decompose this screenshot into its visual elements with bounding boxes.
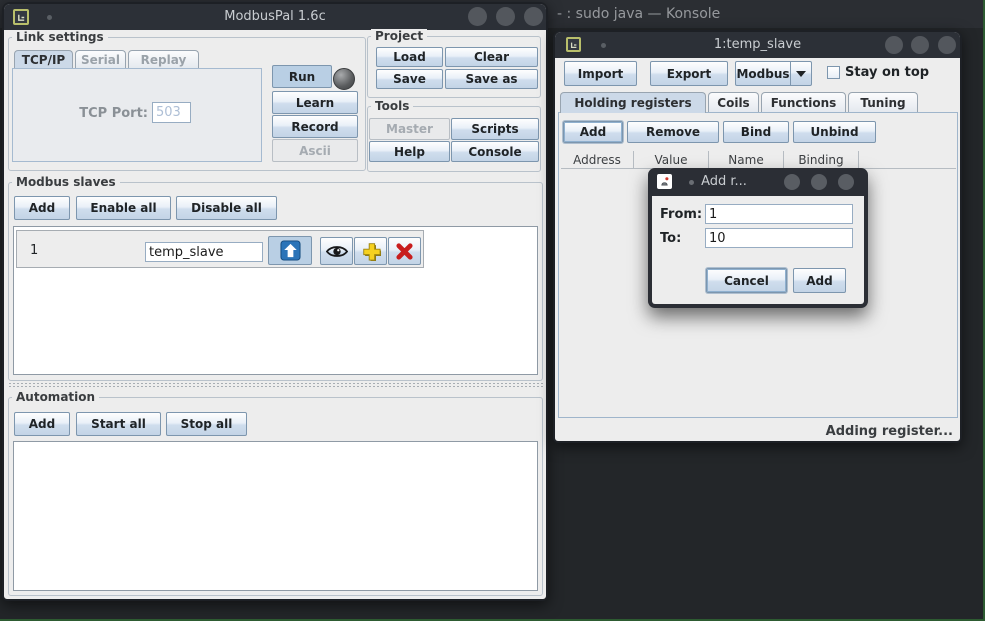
start-all-button[interactable]: Start all [76, 412, 161, 436]
stay-on-top-checkbox[interactable] [827, 66, 840, 79]
disable-all-button[interactable]: Disable all [176, 196, 277, 220]
console-button[interactable]: Console [451, 141, 539, 162]
tab-serial[interactable]: Serial [75, 50, 126, 69]
register-table-header: Address Value Name Binding [561, 151, 956, 169]
protocol-combobox-value: Modbus [736, 67, 790, 81]
save-button[interactable]: Save [376, 69, 443, 89]
from-label: From: [660, 207, 702, 222]
tab-tuning[interactable]: Tuning [848, 92, 918, 113]
maximize-button[interactable] [496, 7, 515, 26]
load-button[interactable]: Load [376, 47, 443, 67]
slave-name-field[interactable] [145, 242, 263, 262]
slave-window-titlebar[interactable]: 1:temp_slave [555, 32, 960, 58]
maximize-button[interactable] [911, 36, 929, 54]
to-label: To: [660, 231, 681, 246]
plus-icon [361, 241, 381, 261]
import-button[interactable]: Import [564, 61, 637, 86]
tcp-port-label: TCP Port: [60, 106, 148, 121]
slave-enable-toggle-button[interactable] [268, 236, 312, 265]
status-text: Adding register... [700, 424, 953, 439]
run-button[interactable]: Run [272, 65, 332, 88]
column-header-address[interactable]: Address [561, 151, 634, 168]
clear-button[interactable]: Clear [445, 47, 538, 67]
from-field[interactable] [705, 204, 853, 224]
minimize-button[interactable] [468, 7, 487, 26]
modbuspal-window-title: ModbusPal 1.6c [4, 9, 546, 24]
enable-all-button[interactable]: Enable all [76, 196, 171, 220]
to-field[interactable] [705, 228, 853, 248]
protocol-combobox[interactable]: Modbus [735, 61, 812, 86]
tab-holding-registers[interactable]: Holding registers [560, 92, 706, 113]
slave-add-register-button[interactable] [354, 237, 387, 265]
minimize-button[interactable] [784, 174, 800, 190]
register-unbind-button[interactable]: Unbind [793, 121, 876, 143]
slave-delete-button[interactable] [388, 237, 421, 265]
export-button[interactable]: Export [650, 61, 728, 86]
save-as-button[interactable]: Save as [445, 69, 538, 89]
close-button[interactable] [838, 174, 854, 190]
project-label: Project [371, 29, 427, 43]
dialog-add-button[interactable]: Add [793, 268, 846, 293]
split-pane-divider[interactable] [8, 382, 543, 389]
learn-button[interactable]: Learn [272, 91, 358, 114]
help-button[interactable]: Help [369, 141, 450, 162]
close-x-icon [395, 242, 414, 261]
register-bind-button[interactable]: Bind [723, 121, 789, 143]
tcp-port-field[interactable] [152, 102, 191, 123]
modbuspal-titlebar[interactable]: ModbusPal 1.6c [4, 4, 546, 30]
tab-replay[interactable]: Replay [128, 50, 199, 69]
automation-add-button[interactable]: Add [14, 412, 70, 436]
chevron-down-icon [790, 62, 811, 85]
stop-all-button[interactable]: Stop all [166, 412, 247, 436]
tab-tcpip[interactable]: TCP/IP [14, 50, 73, 69]
register-add-button[interactable]: Add [563, 121, 623, 143]
stay-on-top-label: Stay on top [845, 65, 929, 80]
column-header-name[interactable]: Name [709, 151, 784, 168]
record-button[interactable]: Record [272, 115, 358, 138]
tab-coils[interactable]: Coils [708, 92, 759, 113]
arrow-up-icon [280, 240, 301, 261]
close-button[interactable] [524, 7, 543, 26]
run-led-indicator [333, 68, 355, 90]
dialog-cancel-button[interactable]: Cancel [706, 268, 787, 293]
slave-address: 1 [30, 243, 38, 258]
dialog-title: Add r... [648, 174, 800, 189]
automation-label: Automation [12, 390, 99, 404]
column-header-binding[interactable]: Binding [784, 151, 859, 168]
ascii-button: Ascii [272, 139, 358, 162]
tools-label: Tools [371, 99, 413, 113]
slave-add-button[interactable]: Add [14, 196, 70, 220]
modbus-slaves-label: Modbus slaves [12, 175, 120, 189]
minimize-button[interactable] [885, 36, 903, 54]
eye-icon [326, 244, 348, 259]
master-button: Master [369, 118, 450, 140]
tab-functions[interactable]: Functions [761, 92, 846, 113]
konsole-title: - : sudo java — Konsole [557, 6, 720, 22]
automation-list[interactable] [13, 441, 538, 591]
column-header-value[interactable]: Value [634, 151, 709, 168]
register-remove-button[interactable]: Remove [627, 121, 719, 143]
maximize-button[interactable] [811, 174, 827, 190]
link-settings-label: Link settings [12, 30, 108, 44]
slave-visibility-button[interactable] [320, 237, 353, 265]
close-button[interactable] [938, 36, 956, 54]
scripts-button[interactable]: Scripts [451, 118, 539, 140]
